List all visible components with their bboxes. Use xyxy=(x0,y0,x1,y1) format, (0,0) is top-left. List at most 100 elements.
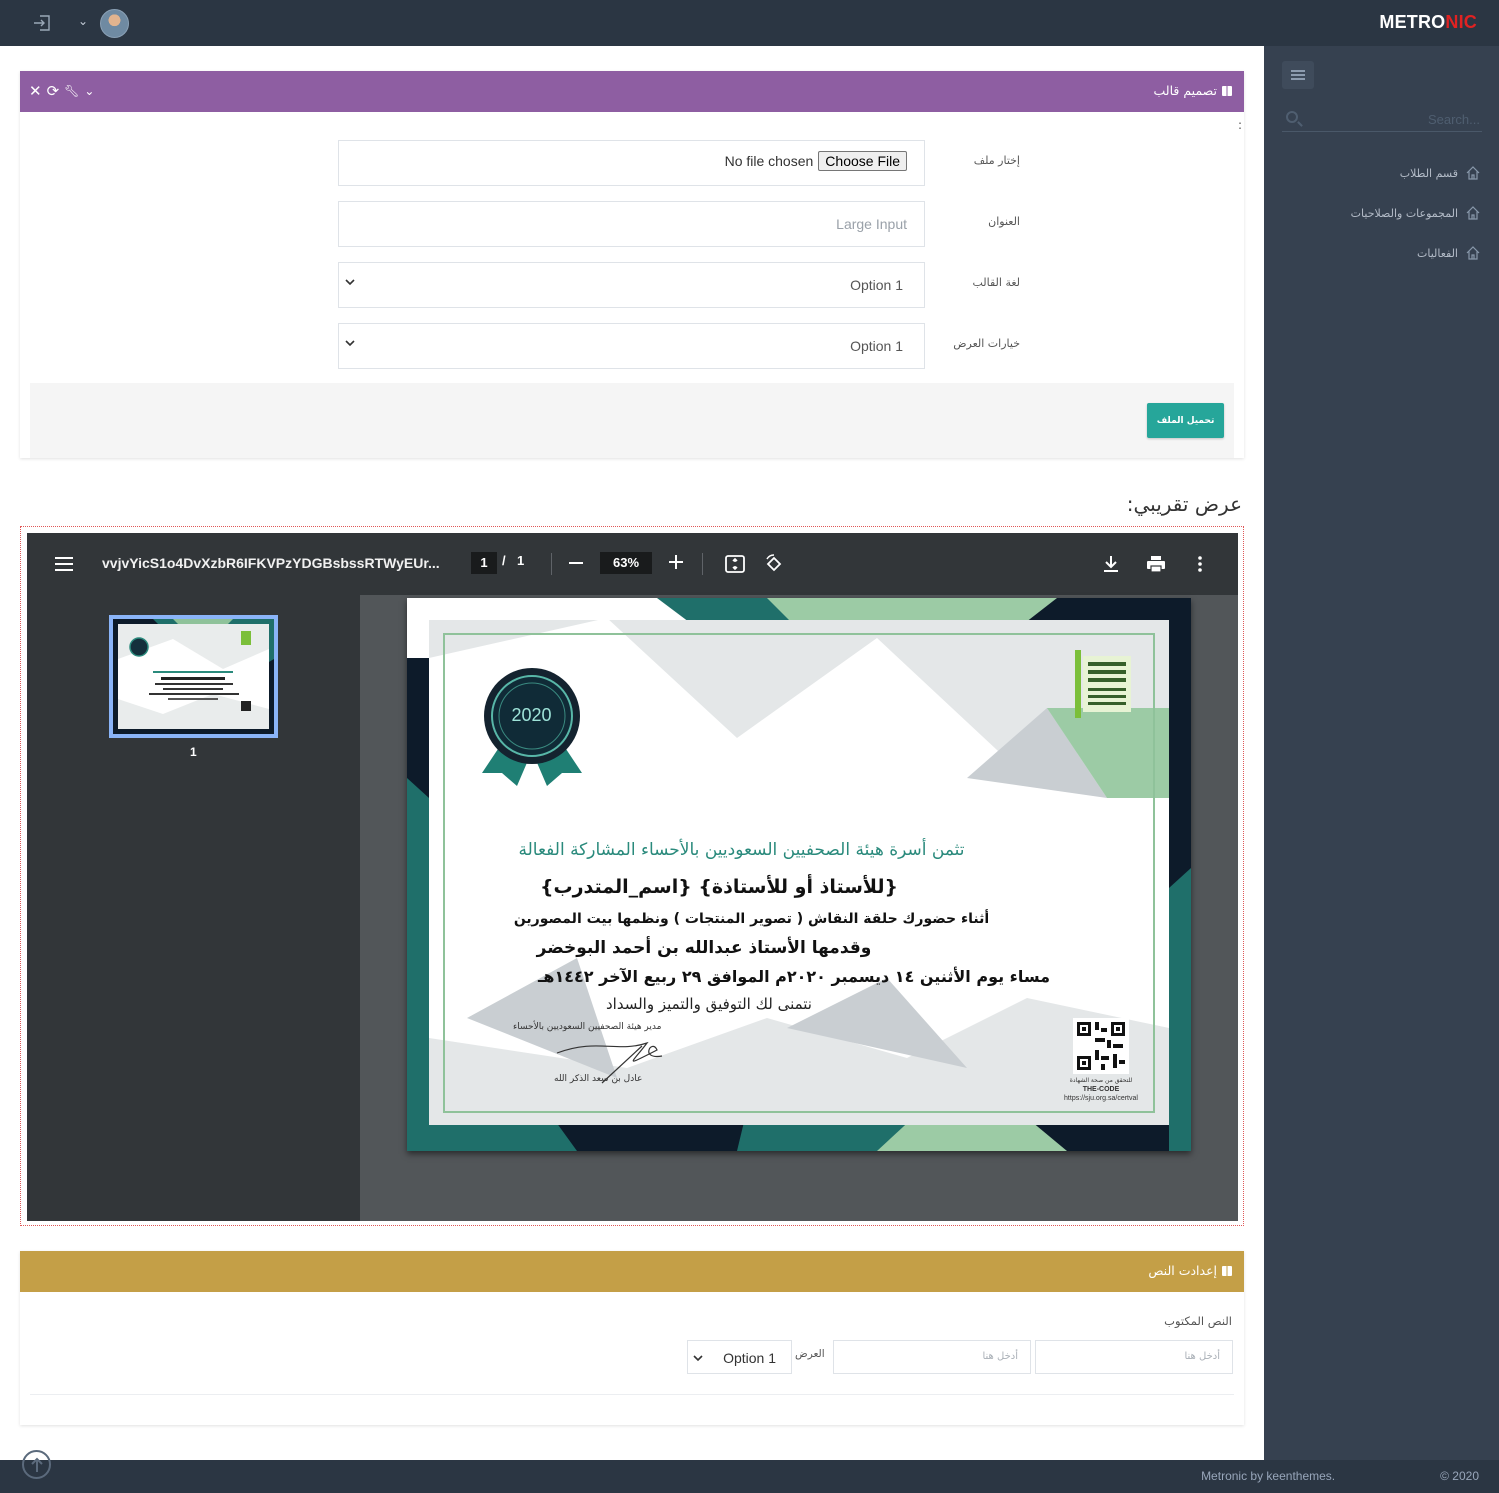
toolbar-divider xyxy=(702,553,703,575)
sidebar-item-events[interactable]: الفعاليات xyxy=(1417,243,1481,263)
logout-icon[interactable] xyxy=(32,13,52,33)
display-options-row: خيارات العرض Option 1 xyxy=(338,323,1244,369)
portlet-header: ✕ ⟳ 🔧︎ ⌄ تصميم قالب xyxy=(20,71,1244,112)
arrow-up-icon xyxy=(31,1457,43,1472)
search-placeholder: Search... xyxy=(1427,112,1480,127)
certificate-line-3: أثناء حضورك حلقة النقاش ( تصوير المنتجات… xyxy=(513,911,990,927)
close-icon[interactable]: ✕ xyxy=(29,81,42,101)
top-header: ⌄ METRONIC xyxy=(0,0,1499,46)
text-input-1-placeholder: أدخل هنا xyxy=(1184,1351,1220,1362)
preview-frame: vvjvYicS1o4DvXzbR6IFKVPzYDGBsbssRTWyEUr.… xyxy=(20,526,1244,1226)
language-selected-value: Option 1 xyxy=(850,277,903,293)
title-input[interactable]: Large Input xyxy=(338,201,925,247)
language-label: لغة القالب xyxy=(972,276,1020,289)
zoom-input[interactable]: 63% xyxy=(600,552,652,574)
page-thumbnail[interactable] xyxy=(109,615,278,738)
zoom-out-icon[interactable] xyxy=(569,562,583,564)
sidebar: Search... قسم الطلاب المجموعات والصلاحيا… xyxy=(1264,46,1499,1460)
file-input[interactable]: No file chosen Choose File xyxy=(725,151,907,171)
width-select[interactable]: Option 1 xyxy=(687,1340,792,1374)
language-select[interactable]: Option 1 xyxy=(338,262,925,308)
signer-name: عادل بن سعد الذكر الله xyxy=(554,1074,643,1084)
chevron-down-icon xyxy=(345,340,355,347)
wrench-icon[interactable]: 🔧︎ xyxy=(64,81,79,101)
portlet-title-text: إعدادت النص xyxy=(1148,1263,1217,1278)
zoom-in-icon[interactable] xyxy=(669,555,683,569)
divider xyxy=(30,1394,1234,1395)
certificate-line-2: {للأستاذ أو للأستاذة} {اسم_المتدرب} xyxy=(539,876,898,898)
collapse-icon[interactable]: ⌄ xyxy=(84,81,94,101)
form-actions: تحميل الملف xyxy=(30,383,1234,458)
language-row: لغة القالب Option 1 xyxy=(338,262,1244,308)
sidebar-item-students[interactable]: قسم الطلاب xyxy=(1400,163,1481,183)
gift-icon xyxy=(1222,85,1232,96)
width-label: العرض xyxy=(795,1348,825,1360)
portlet-title: تصميم قالب xyxy=(1154,83,1232,98)
home-icon xyxy=(1466,166,1480,180)
sidebar-toggler[interactable] xyxy=(1282,61,1314,89)
certificate-line-4: وقدمها الأستاذ عبدالله بن أحمد البوخضر xyxy=(536,938,872,958)
qr-code xyxy=(1073,1018,1129,1074)
sidebar-item-groups-permissions[interactable]: المجموعات والصلاحيات xyxy=(1351,203,1481,223)
portlet-tools: ✕ ⟳ 🔧︎ ⌄ xyxy=(29,81,94,101)
file-label: إختار ملف xyxy=(973,154,1020,167)
home-icon xyxy=(1466,206,1480,220)
page-number-input[interactable]: 1 xyxy=(471,552,497,574)
title-row: العنوان Large Input xyxy=(338,201,1244,247)
text-input-2[interactable]: أدخل هنا xyxy=(833,1340,1031,1374)
download-icon[interactable] xyxy=(1100,553,1122,575)
upload-file-button[interactable]: تحميل الملف xyxy=(1147,403,1224,438)
portlet-header: إعدادت النص xyxy=(20,1251,1244,1292)
main-content: ✕ ⟳ 🔧︎ ⌄ تصميم قالب : إختار ملف No file … xyxy=(0,46,1264,1460)
preview-heading: عرض تقريبي: xyxy=(1126,492,1242,516)
rotate-icon[interactable] xyxy=(763,553,785,575)
sidebar-item-label: المجموعات والصلاحيات xyxy=(1350,206,1458,220)
seal-year: 2020 xyxy=(511,705,552,725)
user-dropdown-caret[interactable]: ⌄ xyxy=(78,14,88,28)
association-logo xyxy=(1075,650,1131,718)
fit-page-icon[interactable] xyxy=(724,553,746,575)
qr-caption: للتحقق من صحة الشهادة THE-CODE https://s… xyxy=(1055,1076,1147,1103)
certificate-page: 2020 تثمن أسرة هيئة الصحفيين السعوديين ب… xyxy=(407,598,1191,1151)
more-options-icon[interactable] xyxy=(1189,553,1211,575)
toolbar-divider xyxy=(551,553,552,575)
sidebar-search-input[interactable]: Search... xyxy=(1282,106,1482,132)
footer-text[interactable]: Metronic by keenthemes. xyxy=(1201,1469,1335,1483)
chevron-down-icon xyxy=(693,1355,703,1362)
certificate-line-1: تثمن أسرة هيئة الصحفيين السعوديين بالأحس… xyxy=(518,840,965,860)
title-label: العنوان xyxy=(988,215,1020,228)
width-selected-value: Option 1 xyxy=(723,1350,776,1366)
sidebar-item-label: الفعاليات xyxy=(1416,246,1458,260)
qr-code-label: THE-CODE xyxy=(1082,1086,1120,1093)
text-input-1[interactable]: أدخل هنا xyxy=(1035,1340,1233,1374)
written-text-label: النص المكتوب xyxy=(1164,1314,1232,1328)
page-separator: / xyxy=(502,553,506,568)
home-icon xyxy=(1466,246,1480,260)
user-avatar[interactable] xyxy=(100,9,129,38)
file-status: No file chosen xyxy=(724,153,814,169)
qr-url: https://sju.org.sa/certval xyxy=(1064,1095,1138,1102)
sidebar-item-label: قسم الطلاب xyxy=(1399,166,1458,180)
pdf-thumbnail-sidebar: 1 xyxy=(27,595,360,1221)
print-icon[interactable] xyxy=(1145,553,1167,575)
total-pages: 1 xyxy=(517,553,525,568)
logo-main-text: METRO xyxy=(1379,12,1446,32)
choose-file-button[interactable]: Choose File xyxy=(818,151,907,171)
certificate-background xyxy=(407,598,1191,1151)
pdf-file-name: vvjvYicS1o4DvXzbR6IFKVPzYDGBsbssRTWyEUr.… xyxy=(102,555,440,571)
app-logo[interactable]: METRONIC xyxy=(1379,12,1477,33)
pdf-toolbar: vvjvYicS1o4DvXzbR6IFKVPzYDGBsbssRTWyEUr.… xyxy=(27,533,1238,595)
qr-caption-text: للتحقق من صحة الشهادة xyxy=(1069,1077,1133,1084)
scroll-to-top-button[interactable] xyxy=(22,1450,51,1479)
file-row: إختار ملف No file chosen Choose File xyxy=(338,140,1244,186)
footer: Metronic by keenthemes. © 2020 xyxy=(0,1460,1499,1493)
menu-icon[interactable] xyxy=(55,557,73,571)
search-icon[interactable] xyxy=(1286,111,1298,123)
footer-year: © 2020 xyxy=(1440,1469,1479,1483)
title-placeholder: Large Input xyxy=(836,216,907,232)
pdf-viewer[interactable]: vvjvYicS1o4DvXzbR6IFKVPzYDGBsbssRTWyEUr.… xyxy=(27,533,1238,1221)
display-options-select[interactable]: Option 1 xyxy=(338,323,925,369)
reload-icon[interactable]: ⟳ xyxy=(47,81,60,101)
logo-accent-text: NIC xyxy=(1445,12,1477,32)
form-colon: : xyxy=(1237,118,1242,132)
